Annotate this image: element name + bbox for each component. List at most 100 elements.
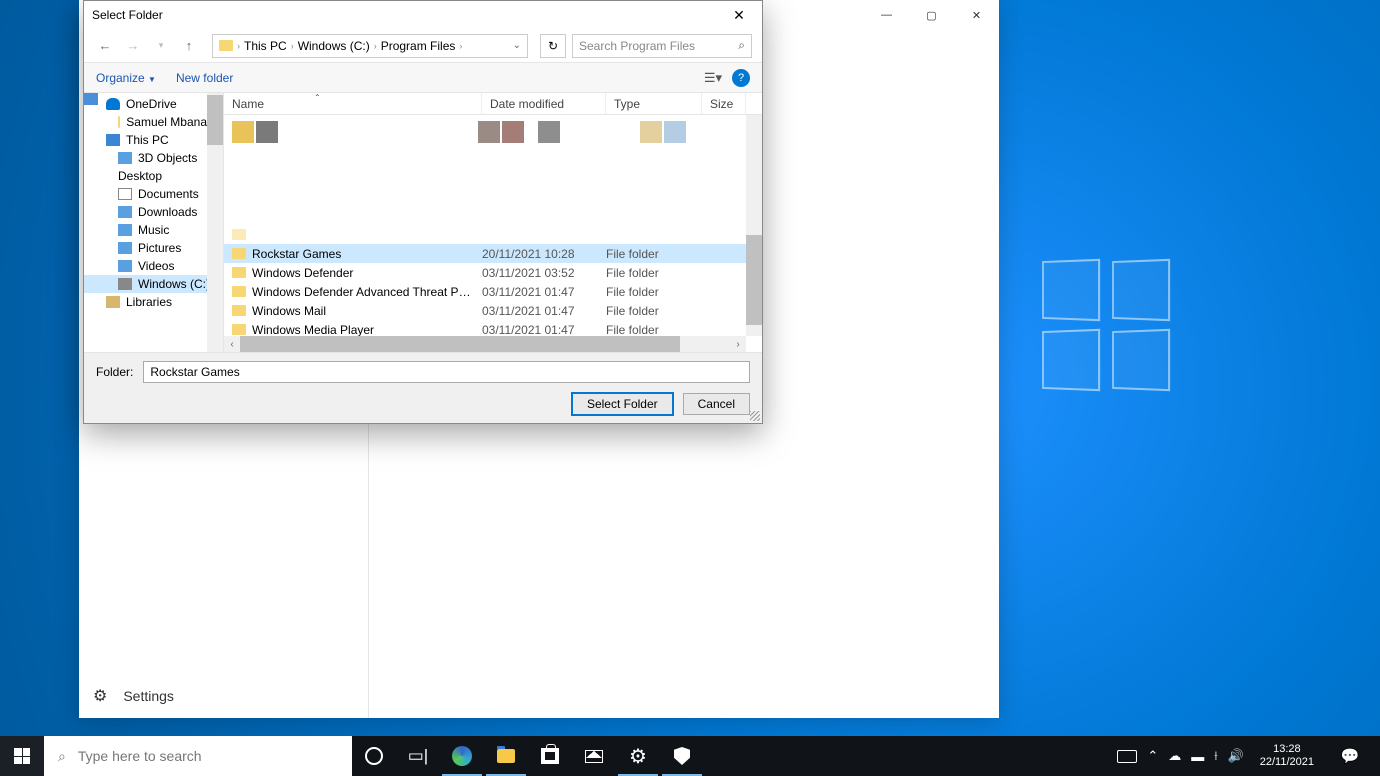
breadcrumb-item[interactable]: Program Files›	[381, 39, 463, 53]
search-placeholder: Type here to search	[78, 748, 202, 764]
file-name: Windows Defender	[252, 266, 482, 280]
search-placeholder: Search Program Files	[579, 39, 695, 53]
system-tray: ⌃ ☁ ▬ ⟊ 🔊 13:28 22/11/2021 💬	[1107, 743, 1380, 769]
libs-icon	[106, 296, 120, 308]
tree-scrollbar[interactable]	[207, 93, 223, 352]
tree-item[interactable]: 3D Objects	[84, 149, 223, 167]
dialog-footer: Folder: Select Folder Cancel	[84, 352, 762, 423]
file-name: Windows Defender Advanced Threat Pro...	[252, 285, 482, 299]
taskbar-search[interactable]: ⌕ Type here to search	[44, 736, 352, 776]
breadcrumb-item[interactable]: This PC›	[244, 39, 294, 53]
column-date[interactable]: Date modified	[482, 93, 606, 114]
organize-menu[interactable]: Organize ▼	[96, 71, 156, 85]
file-row[interactable]: Windows Mail03/11/2021 01:47File folder	[224, 301, 746, 320]
taskbar-app-explorer[interactable]	[484, 736, 528, 776]
tree-item[interactable]: Samuel Mbanasc	[84, 113, 223, 131]
tray-onedrive-icon[interactable]: ☁	[1168, 748, 1181, 764]
file-row[interactable]: Rockstar Games20/11/2021 10:28File folde…	[224, 244, 746, 263]
horizontal-scrollbar[interactable]: ‹ ›	[224, 336, 746, 352]
taskbar-clock[interactable]: 13:28 22/11/2021	[1254, 743, 1320, 769]
view-options-button[interactable]: ☰▾	[704, 70, 722, 86]
tray-chevron-up[interactable]: ⌃	[1147, 748, 1158, 764]
cortana-button[interactable]	[352, 736, 396, 776]
help-button[interactable]: ?	[732, 69, 750, 87]
tree-item[interactable]: Desktop	[84, 167, 223, 185]
column-name[interactable]: Name⌃	[224, 93, 482, 114]
dialog-close-button[interactable]: ✕	[724, 7, 754, 24]
scroll-right-button[interactable]: ›	[730, 339, 746, 350]
tray-wifi-icon[interactable]: ⟊	[1214, 748, 1217, 764]
cancel-button[interactable]: Cancel	[683, 393, 750, 415]
blurred-content	[224, 115, 762, 225]
column-size[interactable]: Size	[702, 93, 746, 114]
back-button[interactable]: ←	[94, 38, 116, 53]
tree-item[interactable]: Music	[84, 221, 223, 239]
taskbar-app-edge[interactable]	[440, 736, 484, 776]
tree-item[interactable]: This PC	[84, 131, 223, 149]
resize-grip[interactable]	[750, 411, 760, 421]
folder-icon	[232, 267, 246, 278]
scrollbar-thumb[interactable]	[240, 336, 680, 352]
folder-icon	[232, 229, 246, 240]
tree-item-label: Downloads	[138, 205, 197, 219]
new-folder-button[interactable]: New folder	[176, 71, 233, 85]
file-row[interactable]: Windows Defender03/11/2021 03:52File fol…	[224, 263, 746, 282]
folder-name-input[interactable]	[143, 361, 750, 383]
tree-item[interactable]: Downloads	[84, 203, 223, 221]
settings-label: Settings	[123, 688, 174, 704]
file-name: Rockstar Games	[252, 247, 482, 261]
taskbar-app-mail[interactable]	[572, 736, 616, 776]
settings-nav-item[interactable]: ⚙ Settings	[93, 686, 174, 706]
minimize-button[interactable]: —	[864, 0, 909, 30]
folder-icon	[232, 324, 246, 335]
file-list-header[interactable]: Name⌃ Date modified Type Size	[224, 93, 762, 115]
tree-item[interactable]: Pictures	[84, 239, 223, 257]
tree-item-label: This PC	[126, 133, 169, 147]
folder-icon	[232, 286, 246, 297]
dialog-title: Select Folder	[92, 8, 163, 22]
scrollbar-thumb[interactable]	[207, 95, 223, 145]
file-row[interactable]: Windows Defender Advanced Threat Pro...0…	[224, 282, 746, 301]
scrollbar-thumb[interactable]	[746, 235, 762, 325]
task-view-icon: ▭|	[408, 746, 428, 766]
task-view-button[interactable]: ▭|	[396, 736, 440, 776]
tree-item[interactable]: Videos	[84, 257, 223, 275]
file-name: Windows Mail	[252, 304, 482, 318]
select-folder-button[interactable]: Select Folder	[572, 393, 673, 415]
scroll-left-button[interactable]: ‹	[224, 339, 240, 350]
file-row[interactable]	[224, 225, 746, 244]
tree-item[interactable]: Windows (C:)	[84, 275, 223, 293]
recent-dropdown[interactable]: ▾	[150, 40, 172, 51]
file-list: Name⌃ Date modified Type Size Rockstar G…	[224, 93, 762, 352]
touch-keyboard-button[interactable]	[1117, 750, 1137, 763]
up-button[interactable]: ↑	[178, 38, 200, 53]
file-type: File folder	[606, 266, 702, 280]
tree-item-label: Documents	[138, 187, 199, 201]
taskbar-app-security[interactable]	[660, 736, 704, 776]
action-center-button[interactable]: 💬	[1330, 747, 1370, 765]
tree-item[interactable]: OneDrive	[84, 95, 223, 113]
file-type: File folder	[606, 285, 702, 299]
file-date: 03/11/2021 01:47	[482, 323, 606, 337]
taskbar-app-settings[interactable]: ⚙	[616, 736, 660, 776]
tray-battery-icon[interactable]: ▬	[1191, 749, 1204, 764]
taskbar-app-store[interactable]	[528, 736, 572, 776]
tray-volume-icon[interactable]: 🔊	[1228, 748, 1244, 764]
folder-tree[interactable]: OneDriveSamuel MbanascThis PC3D ObjectsD…	[84, 93, 224, 352]
breadcrumb-bar[interactable]: › This PC› Windows (C:)› Program Files› …	[212, 34, 528, 58]
shield-icon	[674, 747, 690, 765]
maximize-button[interactable]: ▢	[909, 0, 954, 30]
tree-item[interactable]: Libraries	[84, 293, 223, 311]
forward-button[interactable]: →	[122, 38, 144, 53]
windows-icon	[14, 748, 30, 764]
clock-time: 13:28	[1260, 743, 1314, 756]
breadcrumb-dropdown[interactable]: ⌄	[513, 40, 521, 51]
close-button[interactable]: ✕	[954, 0, 999, 30]
tree-item[interactable]: Documents	[84, 185, 223, 203]
start-button[interactable]	[0, 736, 44, 776]
file-list-scrollbar[interactable]	[746, 115, 762, 336]
search-input[interactable]: Search Program Files ⌕	[572, 34, 752, 58]
refresh-button[interactable]: ↻	[540, 34, 566, 58]
column-type[interactable]: Type	[606, 93, 702, 114]
breadcrumb-item[interactable]: Windows (C:)›	[298, 39, 377, 53]
